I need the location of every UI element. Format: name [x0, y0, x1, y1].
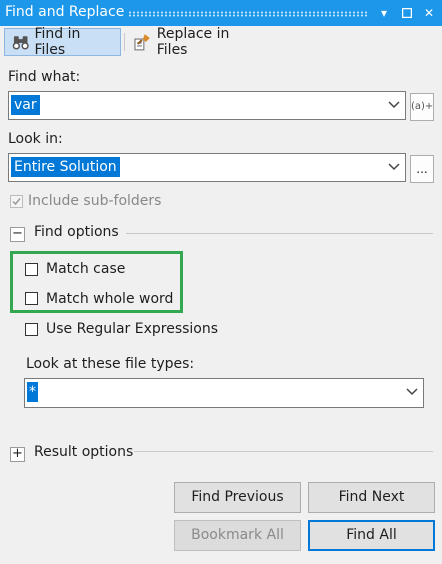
find-what-label: Find what:: [8, 69, 81, 85]
find-options-collapse-button[interactable]: −: [10, 227, 25, 242]
close-button[interactable]: ✕: [420, 4, 438, 22]
look-in-label: Look in:: [8, 131, 63, 147]
chevron-down-icon[interactable]: [406, 387, 418, 397]
checkmark-icon: [12, 198, 21, 206]
match-case-label: Match case: [46, 261, 126, 277]
window-pin-button[interactable]: [398, 4, 416, 22]
find-all-button[interactable]: Find All: [308, 520, 435, 551]
file-types-value: *: [27, 382, 38, 402]
find-what-combo[interactable]: var: [8, 91, 406, 120]
regex-builder-button[interactable]: (a)+: [410, 93, 434, 121]
replace-icon: [134, 34, 150, 51]
tab-replace-in-files-label: Replace in Files: [156, 26, 230, 58]
restore-icon: [401, 7, 413, 19]
find-previous-button[interactable]: Find Previous: [174, 482, 301, 513]
binoculars-icon: [12, 36, 29, 50]
match-case-checkbox[interactable]: [25, 263, 38, 276]
regex-builder-label: (a)+: [411, 101, 434, 112]
result-options-expand-button[interactable]: +: [10, 447, 25, 462]
find-options-header: Find options: [34, 224, 119, 240]
window-title: Find and Replace: [5, 4, 125, 20]
file-types-label: Look at these file types:: [26, 356, 195, 372]
look-in-value: Entire Solution: [11, 157, 120, 177]
chevron-down-icon[interactable]: [388, 162, 400, 172]
result-options-divider: [134, 451, 433, 452]
find-next-button[interactable]: Find Next: [308, 482, 435, 513]
tab-replace-in-files[interactable]: Replace in Files: [127, 26, 270, 58]
include-subfolders-label: Include sub-folders: [28, 193, 162, 209]
chevron-down-icon[interactable]: [388, 100, 400, 110]
browse-folders-button[interactable]: ...: [410, 155, 434, 183]
tab-separator: [124, 33, 125, 51]
tab-find-in-files[interactable]: Find in Files: [4, 26, 121, 58]
file-types-combo[interactable]: *: [24, 378, 424, 408]
include-subfolders-checkbox[interactable]: [10, 195, 23, 208]
use-regex-label: Use Regular Expressions: [46, 321, 219, 337]
tab-find-in-files-label: Find in Files: [34, 26, 81, 58]
use-regex-checkbox[interactable]: [25, 323, 38, 336]
bookmark-all-button[interactable]: Bookmark All: [174, 520, 301, 551]
match-whole-word-checkbox[interactable]: [25, 292, 38, 305]
close-icon: ✕: [423, 6, 435, 20]
find-what-value: var: [11, 95, 40, 115]
find-options-divider: [126, 233, 433, 234]
look-in-combo[interactable]: Entire Solution: [8, 153, 406, 182]
match-whole-word-label: Match whole word: [46, 291, 174, 307]
result-options-header: Result options: [34, 444, 134, 460]
window-menu-dropdown-button[interactable]: ▾: [375, 4, 393, 22]
browse-folders-label: ...: [416, 162, 428, 176]
title-grip: [128, 11, 367, 17]
